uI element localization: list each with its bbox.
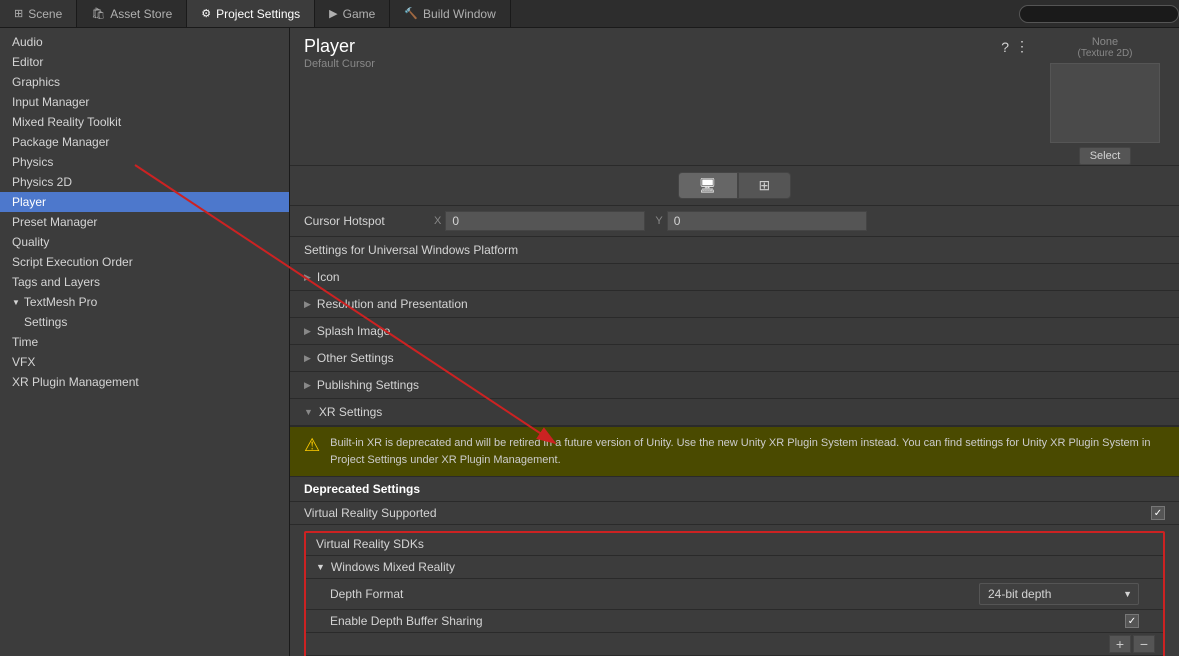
search-input[interactable]: [1019, 5, 1179, 23]
icon-arrow: ▶: [304, 272, 311, 283]
vr-supported-checkbox[interactable]: [1151, 506, 1165, 520]
depth-format-row: Depth Format 24-bit depth ▼: [306, 579, 1163, 610]
content-area: Player Default Cursor ? ⋮ None (Texture …: [290, 28, 1179, 656]
tab-build-window[interactable]: 🔨 Build Window: [390, 0, 510, 27]
sidebar-item-tags-layers[interactable]: Tags and Layers: [0, 272, 289, 292]
depth-buffer-label: Enable Depth Buffer Sharing: [330, 614, 1125, 628]
sidebar-item-vfx[interactable]: VFX: [0, 352, 289, 372]
sidebar-item-player[interactable]: Player: [0, 192, 289, 212]
deprecated-settings-label: Deprecated Settings: [290, 477, 1179, 502]
tab-project-settings[interactable]: ⚙ Project Settings: [187, 0, 315, 27]
settings-icon: ⚙: [201, 7, 211, 20]
sidebar-item-mixed-reality-toolkit[interactable]: Mixed Reality Toolkit: [0, 112, 289, 132]
sidebar-item-physics[interactable]: Physics: [0, 152, 289, 172]
sidebar-item-preset-manager[interactable]: Preset Manager: [0, 212, 289, 232]
build-icon: 🔨: [404, 7, 418, 20]
scene-icon: ⊞: [14, 7, 23, 20]
main-layout: Audio Editor Graphics Input Manager Mixe…: [0, 28, 1179, 656]
y-axis-label: Y: [655, 215, 662, 227]
depth-buffer-checkbox[interactable]: [1125, 614, 1139, 628]
depth-buffer-row: Enable Depth Buffer Sharing: [306, 610, 1163, 633]
sdk-add-remove-row: + −: [306, 633, 1163, 656]
section-publishing-settings[interactable]: ▶ Publishing Settings: [290, 372, 1179, 399]
xr-arrow: ▼: [304, 407, 313, 417]
depth-format-label: Depth Format: [330, 587, 979, 601]
game-icon: ▶: [329, 7, 337, 20]
add-sdk-button[interactable]: +: [1109, 635, 1131, 653]
xr-warning-box: ⚠ Built-in XR is deprecated and will be …: [290, 427, 1179, 477]
remove-sdk-button[interactable]: −: [1133, 635, 1155, 653]
texture-none-label: None: [1092, 36, 1118, 48]
warning-icon: ⚠: [304, 435, 320, 468]
sidebar-item-editor[interactable]: Editor: [0, 52, 289, 72]
tab-game[interactable]: ▶ Game: [315, 0, 390, 27]
depth-dropdown-arrow: ▼: [1123, 589, 1132, 599]
sidebar-item-graphics[interactable]: Graphics: [0, 72, 289, 92]
section-other-settings[interactable]: ▶ Other Settings: [290, 345, 1179, 372]
platform-windows-button[interactable]: ⊞: [738, 172, 792, 199]
sidebar-item-physics-2d[interactable]: Physics 2D: [0, 172, 289, 192]
sidebar-item-script-execution-order[interactable]: Script Execution Order: [0, 252, 289, 272]
asset-store-icon: 🛍: [91, 7, 105, 20]
publishing-arrow: ▶: [304, 380, 311, 391]
cursor-hotspot-label: Cursor Hotspot: [304, 214, 434, 228]
xr-warning-text: Built-in XR is deprecated and will be re…: [330, 435, 1165, 468]
sidebar-item-input-manager[interactable]: Input Manager: [0, 92, 289, 112]
section-resolution[interactable]: ▶ Resolution and Presentation: [290, 291, 1179, 318]
x-axis-label: X: [434, 215, 441, 227]
tab-asset-store[interactable]: 🛍 Asset Store: [77, 0, 187, 27]
splash-arrow: ▶: [304, 326, 311, 337]
depth-format-value: 24-bit depth: [988, 587, 1051, 601]
sdk-item-row: ▼ Windows Mixed Reality: [306, 556, 1163, 579]
depth-format-dropdown[interactable]: 24-bit depth ▼: [979, 583, 1139, 605]
sdk-item-label: Windows Mixed Reality: [331, 560, 455, 574]
sidebar-item-audio[interactable]: Audio: [0, 32, 289, 52]
sidebar-item-settings[interactable]: Settings: [0, 312, 289, 332]
sdk-box: Virtual Reality SDKs ▼ Windows Mixed Rea…: [304, 531, 1165, 656]
sdk-title: Virtual Reality SDKs: [306, 533, 1163, 556]
sidebar-item-package-manager[interactable]: Package Manager: [0, 132, 289, 152]
help-icon[interactable]: ?: [1001, 39, 1009, 55]
search-bar: [1019, 5, 1179, 23]
settings-options-icon[interactable]: ⋮: [1015, 38, 1029, 55]
cursor-hotspot-row: Cursor Hotspot X Y: [290, 206, 1179, 237]
section-icon[interactable]: ▶ Icon: [290, 264, 1179, 291]
sdk-expand-icon: ▼: [316, 562, 325, 572]
sidebar-item-quality[interactable]: Quality: [0, 232, 289, 252]
sidebar-item-xr-plugin-management[interactable]: XR Plugin Management: [0, 372, 289, 392]
cursor-x-input[interactable]: [445, 211, 645, 231]
sidebar-item-time[interactable]: Time: [0, 332, 289, 352]
select-texture-button[interactable]: Select: [1079, 147, 1132, 165]
sidebar: Audio Editor Graphics Input Manager Mixe…: [0, 28, 290, 656]
settings-uwp-label: Settings for Universal Windows Platform: [290, 237, 1179, 264]
other-arrow: ▶: [304, 353, 311, 364]
tab-scene[interactable]: ⊞ Scene: [0, 0, 77, 27]
page-subtitle: Default Cursor: [304, 58, 1001, 70]
platform-desktop-button[interactable]: 🖥: [678, 172, 738, 199]
section-splash[interactable]: ▶ Splash Image: [290, 318, 1179, 345]
tab-bar: ⊞ Scene 🛍 Asset Store ⚙ Project Settings…: [0, 0, 1179, 28]
sidebar-item-textmesh-pro[interactable]: ▼ TextMesh Pro: [0, 292, 289, 312]
texture-preview: [1050, 63, 1160, 143]
content-body: Settings for Universal Windows Platform …: [290, 237, 1179, 656]
section-xr-settings[interactable]: ▼ XR Settings: [290, 399, 1179, 426]
vr-supported-label: Virtual Reality Supported: [304, 506, 1151, 520]
expand-arrow-icon: ▼: [12, 298, 20, 307]
texture-type-label: (Texture 2D): [1077, 48, 1132, 59]
page-title: Player: [304, 36, 1001, 57]
vr-supported-row: Virtual Reality Supported: [290, 502, 1179, 525]
resolution-arrow: ▶: [304, 299, 311, 310]
cursor-y-input[interactable]: [667, 211, 867, 231]
